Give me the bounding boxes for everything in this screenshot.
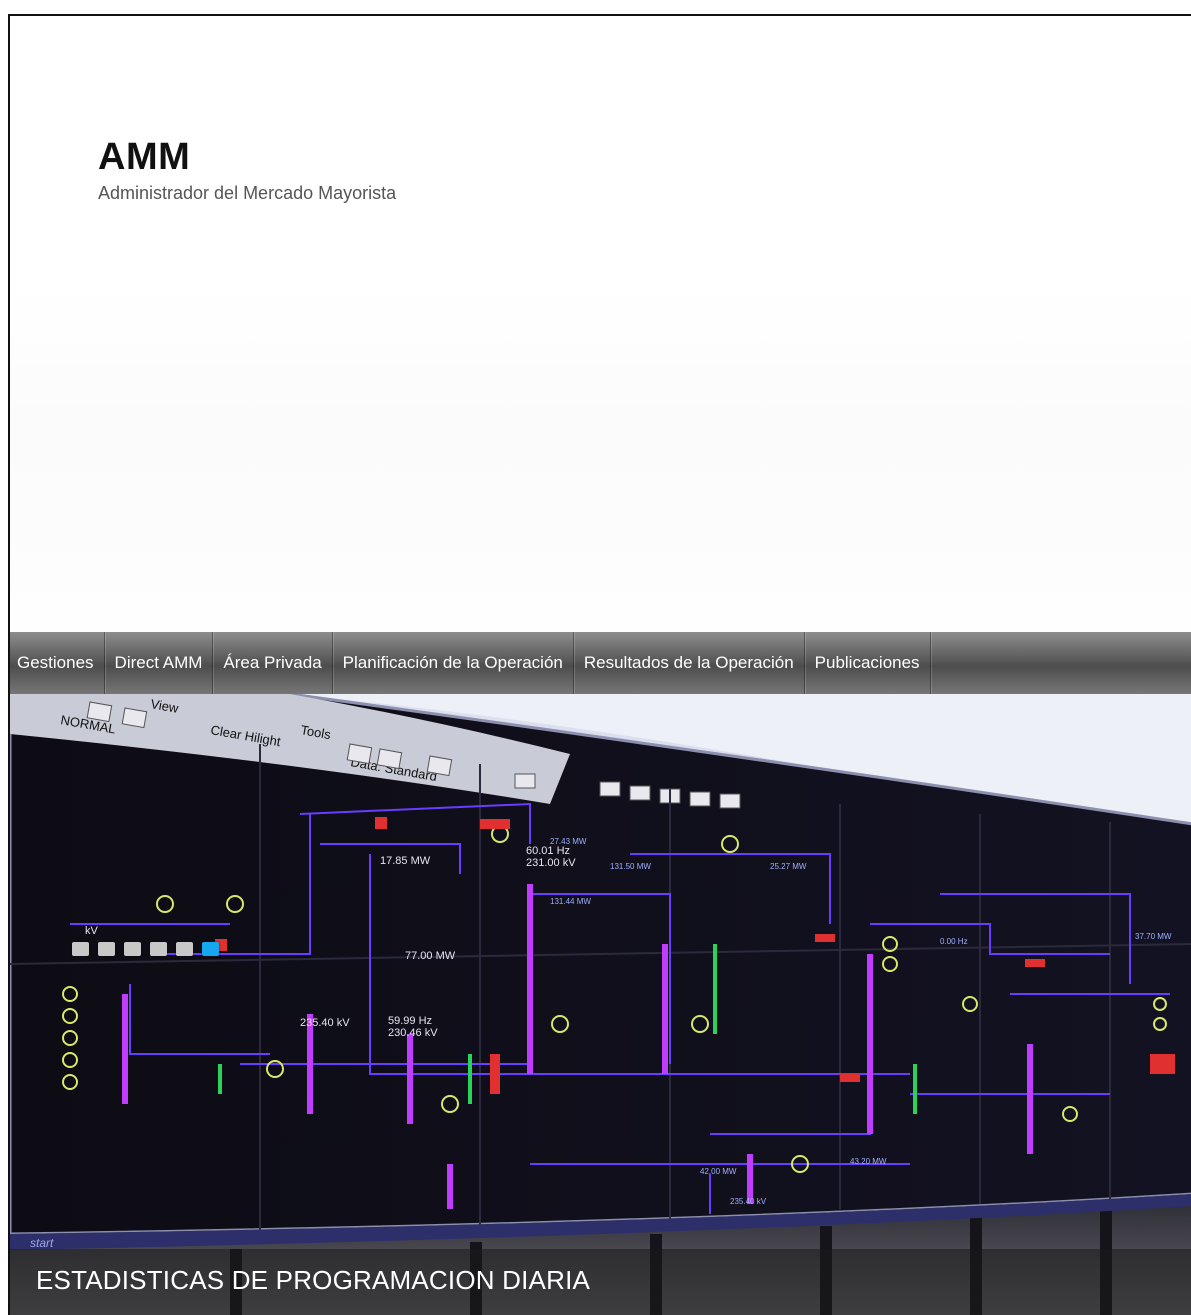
slide-caption[interactable]: ESTADISTICAS DE PROGRAMACION DIARIA xyxy=(36,1265,590,1296)
svg-text:25.27 MW: 25.27 MW xyxy=(770,862,807,871)
nav-item-direct-amm[interactable]: Direct AMM xyxy=(105,632,214,694)
svg-text:27.43 MW: 27.43 MW xyxy=(550,837,587,846)
site-title[interactable]: AMM xyxy=(98,136,396,179)
svg-text:43.20 MW: 43.20 MW xyxy=(850,1157,887,1166)
svg-text:0.00 Hz: 0.00 Hz xyxy=(940,937,968,946)
slider-pagination xyxy=(72,942,219,956)
slide-image: NORMAL View Clear Hilight Tools Data: St… xyxy=(10,694,1191,1315)
svg-text:37.70 MW: 37.70 MW xyxy=(1135,932,1172,941)
nav-item-resultados[interactable]: Resultados de la Operación xyxy=(574,632,805,694)
svg-text:17.85 MW: 17.85 MW xyxy=(380,855,431,867)
svg-text:77.00 MW: 77.00 MW xyxy=(405,950,456,962)
slide-dot-1[interactable] xyxy=(72,942,89,956)
slide-dot-2[interactable] xyxy=(98,942,115,956)
svg-text:131.50 MW: 131.50 MW xyxy=(610,862,651,871)
slide-caption-bar: ESTADISTICAS DE PROGRAMACION DIARIA xyxy=(10,1249,1191,1315)
page-frame: AMM Administrador del Mercado Mayorista … xyxy=(8,14,1191,1315)
nav-item-area-privada[interactable]: Área Privada xyxy=(213,632,333,694)
svg-text:235.40 kV: 235.40 kV xyxy=(300,1017,350,1029)
svg-text:59.99 Hz: 59.99 Hz xyxy=(388,1015,432,1027)
header-background-image xyxy=(10,286,1191,636)
site-subtitle: Administrador del Mercado Mayorista xyxy=(98,183,397,203)
svg-text:42.00 MW: 42.00 MW xyxy=(700,1167,737,1176)
svg-text:131.44 MW: 131.44 MW xyxy=(550,897,591,906)
slide-dot-5[interactable] xyxy=(176,942,193,956)
image-slider[interactable]: NORMAL View Clear Hilight Tools Data: St… xyxy=(10,694,1191,1315)
svg-text:230.46 kV: 230.46 kV xyxy=(388,1027,438,1039)
slide-dot-3[interactable] xyxy=(124,942,141,956)
main-navigation: Gestiones Direct AMM Área Privada Planif… xyxy=(10,632,1191,694)
site-header: AMM Administrador del Mercado Mayorista xyxy=(98,136,396,204)
svg-text:start: start xyxy=(30,1236,54,1250)
svg-text:235.40 kV: 235.40 kV xyxy=(730,1197,767,1206)
svg-text:kV: kV xyxy=(85,925,99,937)
slide-dot-4[interactable] xyxy=(150,942,167,956)
nav-item-publicaciones[interactable]: Publicaciones xyxy=(805,632,931,694)
slide-dot-6-active[interactable] xyxy=(202,942,219,956)
nav-item-gestiones[interactable]: Gestiones xyxy=(10,632,105,694)
svg-text:60.01 Hz: 60.01 Hz xyxy=(526,845,570,857)
svg-text:231.00 kV: 231.00 kV xyxy=(526,857,576,869)
nav-item-planificacion[interactable]: Planificación de la Operación xyxy=(333,632,574,694)
